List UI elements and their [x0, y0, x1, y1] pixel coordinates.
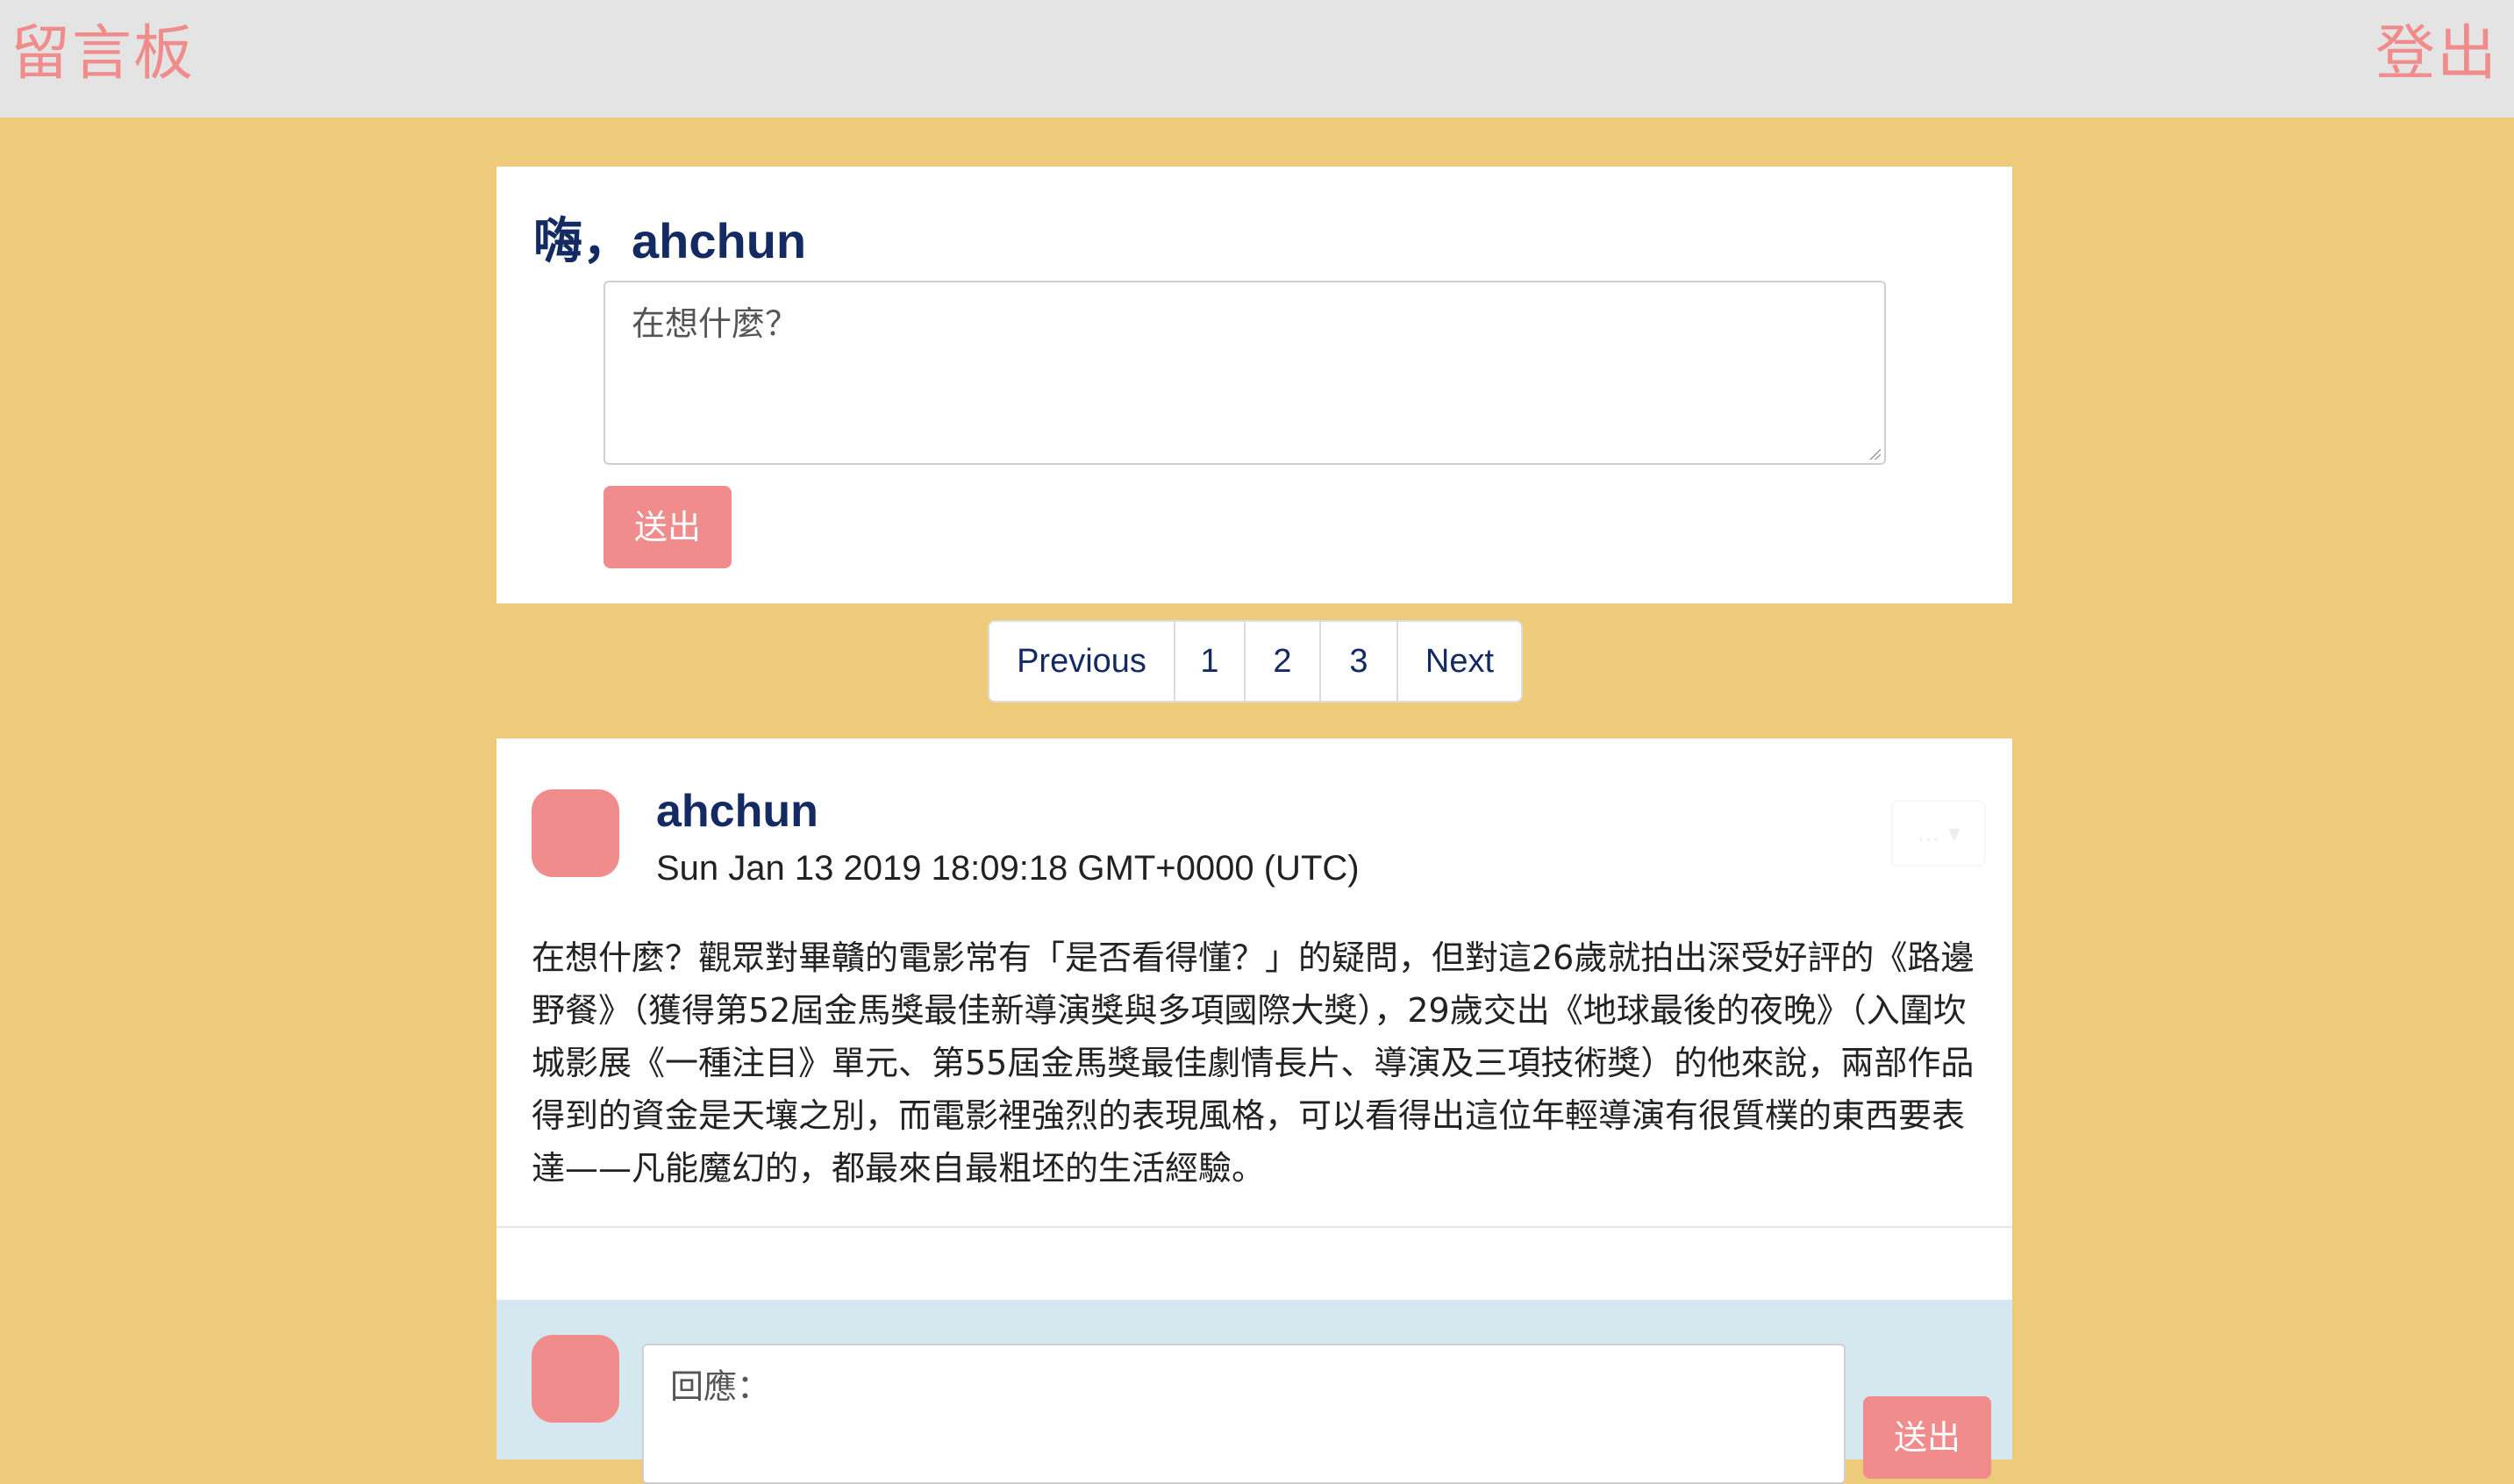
- compose-submit-button[interactable]: 送出: [604, 486, 732, 568]
- pagination-previous[interactable]: Previous: [989, 622, 1175, 701]
- post-author: ahchun: [656, 786, 818, 837]
- post-menu-dropdown[interactable]: ... ▾: [1891, 800, 1986, 867]
- compose-card: 嗨，ahchun 在想什麼？ 送出: [496, 167, 2012, 603]
- reply-placeholder: 回應：: [670, 1367, 771, 1406]
- avatar: [532, 789, 619, 877]
- logout-link[interactable]: 登出: [2375, 19, 2498, 89]
- reply-submit-button[interactable]: 送出: [1863, 1396, 1991, 1479]
- reply-textarea[interactable]: 回應：: [642, 1344, 1846, 1484]
- pagination: Previous 1 2 3 Next: [988, 620, 1523, 703]
- pagination-page-3[interactable]: 3: [1321, 622, 1398, 701]
- post-timestamp: Sun Jan 13 2019 18:09:18 GMT+0000 (UTC): [656, 849, 1360, 888]
- post-content: 在想什麼？觀眾對畢贛的電影常有「是否看得懂？」的疑問，但對這26歲就拍出深受好評…: [532, 938, 1975, 1188]
- compose-textarea[interactable]: 在想什麼？: [604, 281, 1886, 465]
- pagination-page-1[interactable]: 1: [1175, 622, 1246, 701]
- resize-handle-icon[interactable]: [1868, 447, 1881, 460]
- reply-avatar: [532, 1335, 619, 1423]
- greeting-heading: 嗨，ahchun: [533, 213, 807, 268]
- brand-link[interactable]: 留言板: [11, 19, 195, 89]
- compose-placeholder: 在想什麼？: [632, 304, 799, 343]
- divider: [496, 1226, 2012, 1228]
- post-card: ahchun Sun Jan 13 2019 18:09:18 GMT+0000…: [496, 738, 2012, 1484]
- top-navbar: 留言板 登出: [0, 0, 2514, 118]
- reply-section: 回應： 送出: [496, 1300, 2012, 1484]
- pagination-next[interactable]: Next: [1398, 622, 1521, 701]
- pagination-page-2[interactable]: 2: [1246, 622, 1321, 701]
